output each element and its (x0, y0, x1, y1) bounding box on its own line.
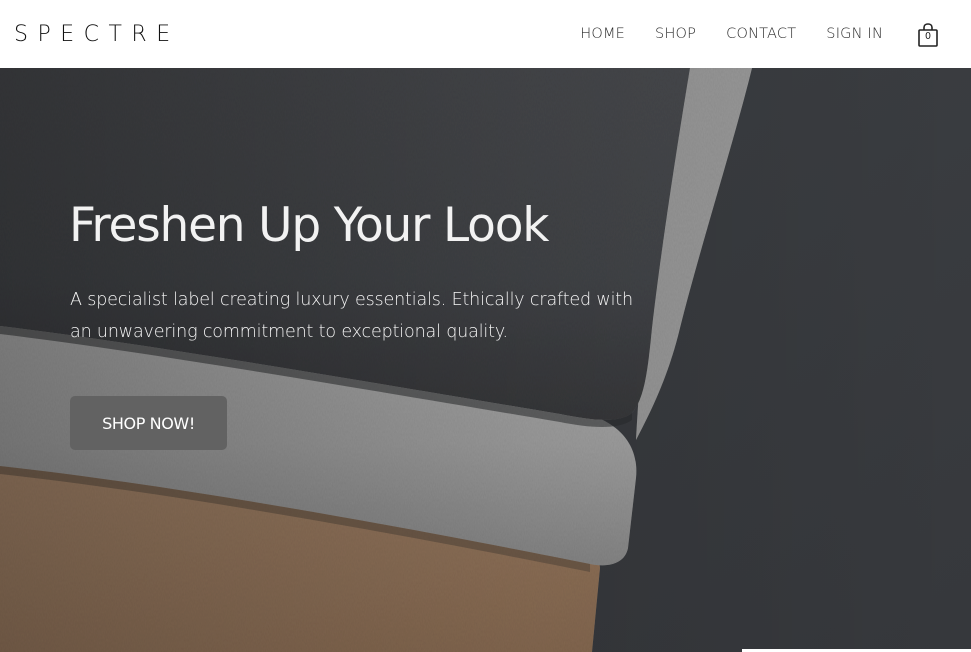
cart-count-badge: 0 (924, 31, 932, 42)
main-nav: HOME SHOP CONTACT SIGN IN 0 (550, 21, 939, 47)
nav-contact-link[interactable]: CONTACT (726, 26, 796, 42)
nav-home-link[interactable]: HOME (580, 26, 625, 42)
nav-shop-link[interactable]: SHOP (655, 26, 696, 42)
cart-button[interactable]: 0 (917, 22, 939, 48)
nav-sign-in-link[interactable]: SIGN IN (826, 26, 883, 42)
folded-shirts-image (0, 68, 971, 652)
site-header: SPECTRE HOME SHOP CONTACT SIGN IN 0 (0, 0, 971, 68)
hero-title: Freshen Up Your Look (69, 198, 549, 253)
brand-logo[interactable]: SPECTRE (14, 22, 180, 47)
hero-subtitle: A specialist label creating luxury essen… (70, 290, 633, 342)
hero-section: Freshen Up Your Look A specialist label … (0, 68, 971, 652)
shop-now-button[interactable]: SHOP NOW! (70, 396, 227, 450)
